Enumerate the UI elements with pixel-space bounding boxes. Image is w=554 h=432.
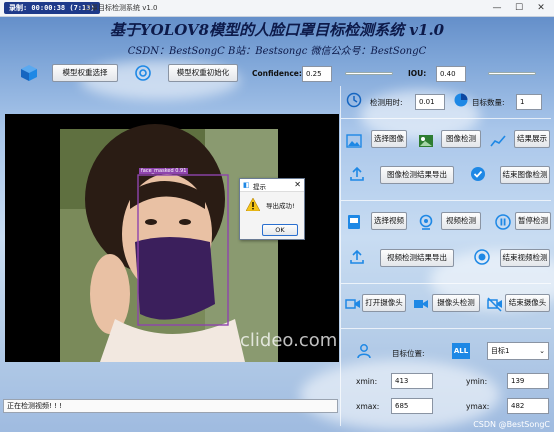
page-title: 基于YOLOV8模型的人脸口罩目标检测系统 v1.0 [109,21,445,39]
window-title: 口罩目标检测系统 v1.0 [84,4,158,12]
show-result-button[interactable]: 结果展示 [514,130,550,148]
pause-detect-button[interactable]: 暂停检测 [515,212,551,230]
cube-icon [21,65,37,81]
warning-icon [246,198,260,211]
line-chart-icon [490,135,506,147]
xmin-label: xmin: [356,377,378,386]
xmax-label: xmax: [356,402,380,411]
confidence-slider[interactable] [345,72,393,75]
video-camera-icon [345,299,360,309]
target-select-value: 目标1 [491,347,510,355]
export-image-button[interactable]: 图像检测结果导出 [380,166,454,184]
divider [341,283,551,284]
detect-image-button[interactable]: 图像检测 [441,130,481,148]
count-value: 1 [516,94,542,110]
select-image-button[interactable]: 选择图像 [371,130,407,148]
divider [341,200,551,201]
dialog-title: 提示 [253,183,266,191]
time-label: 检测用时: [370,98,403,107]
camera-off-icon [487,297,502,312]
divider [341,328,551,329]
upload-icon [350,166,364,181]
iou-input[interactable]: 0.40 [436,66,466,82]
photo-detect-icon [419,135,433,147]
camera-record-icon [414,300,428,308]
chevron-down-icon: ⌄ [539,347,545,355]
iou-label: IOU: [408,69,427,78]
image-icon [346,134,362,148]
confidence-input[interactable]: 0.25 [302,66,332,82]
upload-icon [350,249,364,264]
notification-dialog: ◧ 提示 ✕ 导出成功! OK [239,178,305,240]
user-icon [357,344,371,359]
xmax-field: 685 [391,398,433,414]
count-label: 目标数量: [472,98,505,107]
target-select[interactable]: 目标1 ⌄ [487,342,549,360]
detect-video-button[interactable]: 视频检测 [441,212,481,230]
export-video-button[interactable]: 视频检测结果导出 [380,249,454,267]
video-file-icon [348,215,360,229]
init-weights-button[interactable]: 模型权重初始化 [168,64,238,82]
time-value: 0.01 [415,94,445,110]
minimize-button[interactable]: — [488,1,506,15]
close-button[interactable]: ✕ [532,1,550,15]
clock-icon [346,92,362,108]
select-weights-button[interactable]: 模型权重选择 [52,64,118,82]
confidence-label: Confidence: [252,69,302,78]
status-bar: 正在检测视频! ! ! [3,399,338,413]
clideo-watermark: clideo.com [240,330,338,351]
webcam-icon [419,214,433,230]
end-video-button[interactable]: 结束视频检测 [500,249,550,267]
ymax-label: ymax: [466,402,490,411]
ymax-field: 482 [507,398,549,414]
cloud-decoration [300,360,500,430]
target-position-label: 目标位置: [392,349,425,358]
pause-icon [495,214,511,230]
window-titlebar: 录制: 00:00:38 (7:13) 口罩目标检测系统 v1.0 — ☐ ✕ [0,0,554,17]
detection-box-label: face_masked 0.91 [139,168,189,174]
end-image-button[interactable]: 结束图像检测 [500,166,550,184]
close-camera-button[interactable]: 结束摄像头 [505,294,550,312]
open-camera-button[interactable]: 打开摄像头 [362,294,406,312]
dialog-close-icon[interactable]: ✕ [294,180,301,189]
detect-camera-button[interactable]: 摄像头检测 [432,294,480,312]
dialog-ok-button[interactable]: OK [262,224,298,236]
dialog-message: 导出成功! [266,202,295,210]
dialog-titlebar: ◧ 提示 ✕ [240,179,304,192]
ymin-field: 139 [507,373,549,389]
pie-chart-icon [454,93,468,107]
app-icon: ◧ [243,181,250,189]
divider [341,118,551,119]
ymin-label: ymin: [466,377,488,386]
maximize-button[interactable]: ☐ [510,1,528,15]
xmin-field: 413 [391,373,433,389]
stop-circle-icon [474,249,490,265]
footer-credit: CSDN @BestSongC [473,420,550,429]
iou-slider[interactable] [488,72,536,75]
select-video-button[interactable]: 选择视频 [371,212,407,230]
page-subtitle: CSDN：BestSongC B站：Bestsongc 微信公众号：BestSo… [127,46,427,57]
all-badge: ALL [452,343,470,359]
target-icon [135,65,151,81]
panel-divider [340,86,341,426]
check-circle-icon [471,167,485,181]
